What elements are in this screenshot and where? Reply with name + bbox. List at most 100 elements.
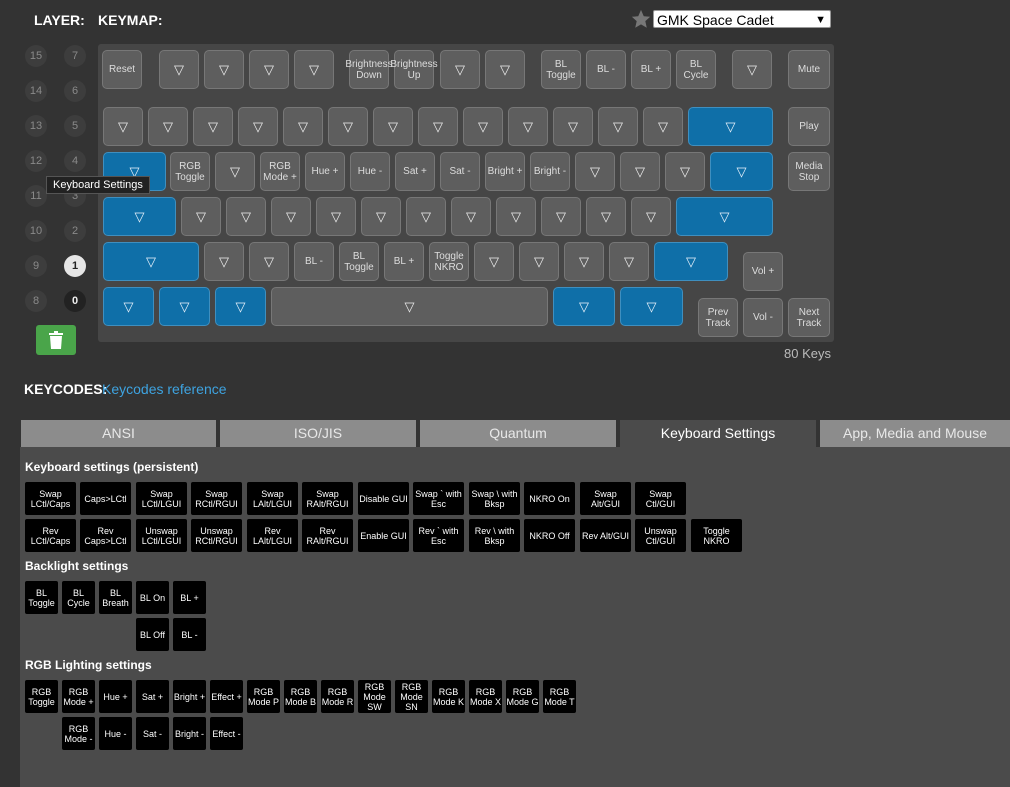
- keycode-button[interactable]: Swap LAlt/LGUI: [247, 482, 298, 515]
- keycode-button[interactable]: BL Toggle: [25, 581, 58, 614]
- key[interactable]: ▽: [361, 197, 401, 236]
- key[interactable]: Play: [788, 107, 830, 146]
- key[interactable]: Media Stop: [788, 152, 830, 191]
- key[interactable]: ▽: [159, 287, 210, 326]
- key[interactable]: ▽: [103, 197, 176, 236]
- keycode-button[interactable]: Swap ` with Esc: [413, 482, 464, 515]
- key[interactable]: ▽: [440, 50, 480, 89]
- key[interactable]: ▽: [215, 152, 255, 191]
- key[interactable]: ▽: [508, 107, 548, 146]
- keycode-button[interactable]: Hue +: [99, 680, 132, 713]
- key[interactable]: ▽: [226, 197, 266, 236]
- keycode-button[interactable]: RGB Mode G: [506, 680, 539, 713]
- key[interactable]: ▽: [586, 197, 626, 236]
- key[interactable]: Next Track: [788, 298, 830, 337]
- keycode-button[interactable]: Enable GUI: [358, 519, 409, 552]
- keycode-button[interactable]: NKRO On: [524, 482, 575, 515]
- key[interactable]: BL Cycle: [676, 50, 716, 89]
- layer-button-10[interactable]: 10: [25, 220, 47, 242]
- key[interactable]: Brightness Down: [345, 50, 393, 89]
- layer-button-7[interactable]: 7: [64, 45, 86, 67]
- key[interactable]: ▽: [181, 197, 221, 236]
- key[interactable]: ▽: [328, 107, 368, 146]
- key[interactable]: ▽: [710, 152, 773, 191]
- key[interactable]: ▽: [688, 107, 773, 146]
- key[interactable]: ▽: [193, 107, 233, 146]
- key[interactable]: ▽: [249, 242, 289, 281]
- layer-button-0[interactable]: 0: [64, 290, 86, 312]
- key[interactable]: Hue -: [350, 152, 390, 191]
- keycode-button[interactable]: RGB Mode X: [469, 680, 502, 713]
- keycode-button[interactable]: Rev ` with Esc: [413, 519, 464, 552]
- keycode-button[interactable]: Toggle NKRO: [691, 519, 742, 552]
- tab-ansi[interactable]: ANSI: [21, 420, 216, 447]
- key[interactable]: BL +: [384, 242, 424, 281]
- keymap-select[interactable]: GMK Space Cadet ▼: [653, 10, 831, 28]
- key[interactable]: ▽: [485, 50, 525, 89]
- clear-button[interactable]: [36, 325, 76, 355]
- key[interactable]: ▽: [204, 242, 244, 281]
- key[interactable]: ▽: [553, 107, 593, 146]
- key[interactable]: BL Toggle: [541, 50, 581, 89]
- layer-button-9[interactable]: 9: [25, 255, 47, 277]
- tab-app-media-mouse[interactable]: App, Media and Mouse: [820, 420, 1010, 447]
- layer-button-5[interactable]: 5: [64, 115, 86, 137]
- key[interactable]: ▽: [643, 107, 683, 146]
- key[interactable]: ▽: [654, 242, 728, 281]
- key[interactable]: ▽: [373, 107, 413, 146]
- key[interactable]: ▽: [519, 242, 559, 281]
- keycode-button[interactable]: Unswap RCtl/RGUI: [191, 519, 242, 552]
- key[interactable]: Prev Track: [698, 298, 738, 337]
- layer-button-6[interactable]: 6: [64, 80, 86, 102]
- key[interactable]: ▽: [463, 107, 503, 146]
- key[interactable]: ▽: [316, 197, 356, 236]
- key[interactable]: Sat +: [395, 152, 435, 191]
- layer-button-12[interactable]: 12: [25, 150, 47, 172]
- key[interactable]: ▽: [451, 197, 491, 236]
- key[interactable]: ▽: [294, 50, 334, 89]
- key[interactable]: Bright -: [530, 152, 570, 191]
- layer-button-11[interactable]: 11: [25, 185, 47, 207]
- key[interactable]: ▽: [238, 107, 278, 146]
- layer-button-8[interactable]: 8: [25, 290, 47, 312]
- key[interactable]: BL +: [631, 50, 671, 89]
- keycode-button[interactable]: Effect -: [210, 717, 243, 750]
- key[interactable]: RGB Mode +: [260, 152, 300, 191]
- keycode-button[interactable]: RGB Mode R: [321, 680, 354, 713]
- keycode-button[interactable]: Swap LCtl/LGUI: [136, 482, 187, 515]
- keycode-button[interactable]: BL -: [173, 618, 206, 651]
- keycode-button[interactable]: BL +: [173, 581, 206, 614]
- key[interactable]: Mute: [788, 50, 830, 89]
- keycode-button[interactable]: BL Cycle: [62, 581, 95, 614]
- key[interactable]: ▽: [598, 107, 638, 146]
- keycode-button[interactable]: Swap Alt/GUI: [580, 482, 631, 515]
- star-icon[interactable]: [630, 8, 652, 30]
- key[interactable]: ▽: [620, 287, 683, 326]
- key[interactable]: ▽: [418, 107, 458, 146]
- keycode-button[interactable]: Swap RAlt/RGUI: [302, 482, 353, 515]
- keycode-button[interactable]: BL On: [136, 581, 169, 614]
- keycode-button[interactable]: Unswap Ctl/GUI: [635, 519, 686, 552]
- key[interactable]: ▽: [474, 242, 514, 281]
- keycode-button[interactable]: Rev Caps>LCtl: [80, 519, 131, 552]
- key[interactable]: Vol +: [743, 252, 783, 291]
- key[interactable]: ▽: [103, 242, 199, 281]
- keycode-button[interactable]: Swap \ with Bksp: [469, 482, 520, 515]
- key[interactable]: RGB Toggle: [170, 152, 210, 191]
- keycodes-reference-link[interactable]: Keycodes reference: [102, 381, 227, 397]
- keycode-button[interactable]: Disable GUI: [358, 482, 409, 515]
- keycode-button[interactable]: Rev RAlt/RGUI: [302, 519, 353, 552]
- layer-button-2[interactable]: 2: [64, 220, 86, 242]
- key[interactable]: BL -: [294, 242, 334, 281]
- key[interactable]: ▽: [609, 242, 649, 281]
- key[interactable]: ▽: [103, 107, 143, 146]
- keycode-button[interactable]: BL Breath: [99, 581, 132, 614]
- key[interactable]: ▽: [148, 107, 188, 146]
- layer-button-4[interactable]: 4: [64, 150, 86, 172]
- keycode-button[interactable]: Rev LAlt/LGUI: [247, 519, 298, 552]
- key[interactable]: ▽: [575, 152, 615, 191]
- keycode-button[interactable]: Effect +: [210, 680, 243, 713]
- tab-quantum[interactable]: Quantum: [420, 420, 616, 447]
- key[interactable]: ▽: [249, 50, 289, 89]
- key[interactable]: ▽: [283, 107, 323, 146]
